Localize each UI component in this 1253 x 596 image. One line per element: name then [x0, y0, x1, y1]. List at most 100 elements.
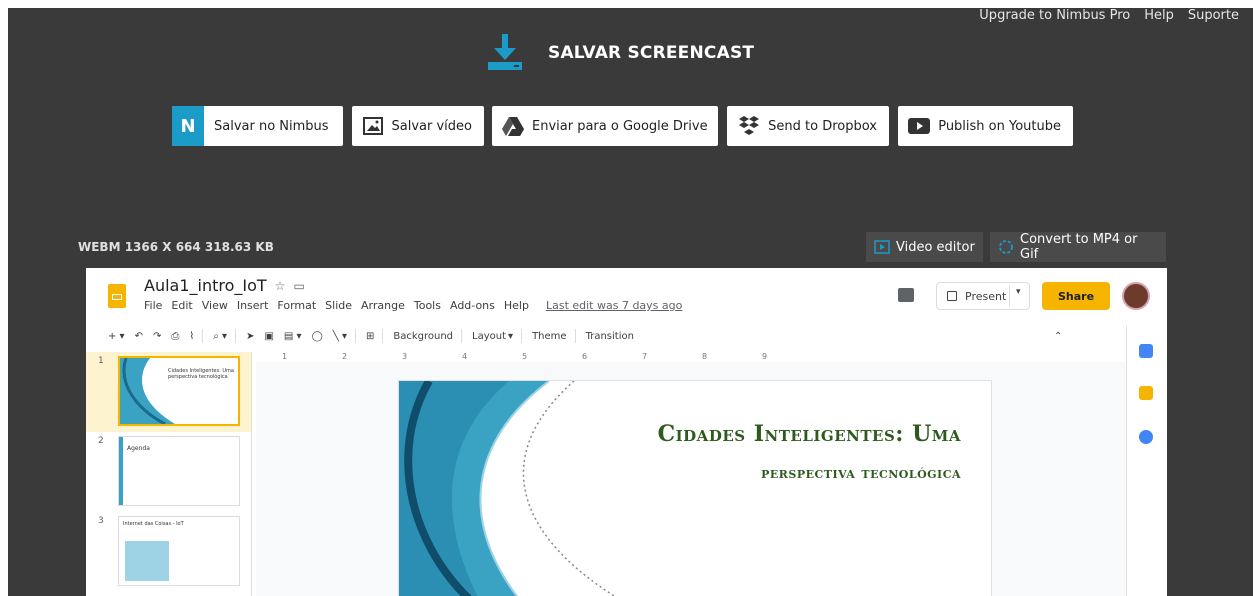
cursor-icon: ➤ [246, 330, 255, 342]
divider [461, 329, 463, 343]
top-links: Upgrade to Nimbus Pro Help Suporte [979, 8, 1239, 23]
menu-item: File [144, 299, 163, 312]
slide-wave-graphic [399, 381, 616, 596]
divider [235, 329, 237, 343]
print-icon: ⎙ [171, 330, 180, 342]
toolbar-background: Background [393, 330, 454, 342]
share-label: Share [1057, 289, 1095, 303]
send-to-dropbox-label: Send to Dropbox [768, 118, 877, 134]
present-button: Present ▾ [936, 282, 1030, 310]
avatar [1122, 282, 1150, 310]
line-icon: ╲ ▾ [332, 330, 347, 342]
thumbnail: Agenda [118, 436, 240, 506]
menu-item: Slide [325, 299, 353, 312]
ruler: 1 2 3 4 5 6 7 8 9 [282, 352, 768, 361]
video-editor-button[interactable]: Video editor [866, 232, 983, 262]
page-title: SALVAR SCREENCAST [548, 43, 755, 63]
image-icon [362, 114, 384, 138]
send-to-dropbox-button[interactable]: Send to Dropbox [727, 106, 889, 146]
page-header: SALVAR SCREENCAST [488, 34, 754, 72]
thumbnail-text: Agenda [127, 445, 150, 452]
publish-on-youtube-button[interactable]: Publish on Youtube [898, 106, 1073, 146]
doc-name: Aula1_intro_IoT [144, 276, 267, 295]
chevron-down-icon: ▾ [508, 330, 514, 342]
convert-label: Convert to MP4 or Gif [1020, 232, 1138, 262]
present-label: Present [965, 289, 1007, 303]
plus-icon: + ▾ [108, 330, 125, 342]
divider [1009, 286, 1010, 306]
video-editor-icon [874, 239, 890, 255]
slide-thumbnails: 1 Cidades Inteligentes: Uma perspectiva … [86, 352, 252, 596]
folder-icon: ▭ [293, 278, 305, 293]
slides-toolbar: + ▾ ↶ ↷ ⎙ ⌇ ⌕ ▾ ➤ ▣ ▤ ▾ ◯ ╲ ▾ ⊞ Backgrou… [86, 324, 1167, 348]
video-preview[interactable]: Aula1_intro_IoT ☆ ▭ File Edit View Inser… [86, 268, 1167, 596]
slides-menubar: File Edit View Insert Format Slide Arran… [144, 299, 682, 312]
thumbnail-number: 2 [98, 436, 104, 446]
slide: Cidades Inteligentes: Uma perspectiva te… [398, 380, 992, 596]
convert-button[interactable]: Convert to MP4 or Gif [990, 232, 1166, 262]
textbox-icon: ▣ [264, 330, 274, 342]
send-to-google-drive-button[interactable]: Enviar para o Google Drive [492, 106, 718, 146]
youtube-icon [908, 114, 931, 138]
toolbar-layout: Layout [472, 330, 507, 342]
toolbar-transition: Transition [585, 330, 634, 342]
redo-icon: ↷ [152, 330, 162, 342]
doc-title-row: Aula1_intro_IoT ☆ ▭ [144, 276, 305, 295]
divider [202, 329, 204, 343]
dropbox-icon [737, 114, 760, 138]
save-to-nimbus-button[interactable]: N Salvar no Nimbus [172, 106, 343, 146]
chevron-up-icon: ⌃ [1053, 330, 1063, 342]
menu-item: Arrange [361, 299, 405, 312]
divider [354, 329, 356, 343]
thumbnail: Internet das Coisas - IoT [118, 516, 240, 586]
slide-canvas: Cidades Inteligentes: Uma perspectiva te… [256, 362, 1126, 596]
video-editor-label: Video editor [896, 239, 975, 255]
convert-icon [998, 239, 1014, 255]
thumbnail-row: 2 Agenda [86, 432, 251, 512]
google-drive-icon [502, 114, 524, 138]
keep-icon [1139, 386, 1153, 400]
menu-item: Edit [171, 299, 193, 312]
divider [574, 329, 576, 343]
chevron-down-icon: ▾ [1016, 287, 1021, 297]
star-icon: ☆ [274, 278, 286, 293]
menu-item: Tools [413, 299, 441, 312]
slide-title-line2: perspectiva tecnológica [761, 463, 961, 482]
comment-add-icon: ⊞ [365, 330, 375, 342]
thumbnail: Cidades Inteligentes: Uma perspectiva te… [118, 356, 240, 426]
image-insert-icon: ▤ ▾ [283, 330, 302, 342]
present-icon [947, 291, 957, 301]
menu-item: Insert [236, 299, 269, 312]
save-video-button[interactable]: Salvar vídeo [352, 106, 484, 146]
upgrade-link[interactable]: Upgrade to Nimbus Pro [979, 8, 1130, 23]
side-panel [1126, 326, 1167, 596]
zoom-icon: ⌕ ▾ [213, 330, 228, 342]
file-info: WEBM 1366 X 664 318.63 KB [78, 240, 274, 254]
shape-icon: ◯ [311, 330, 323, 342]
toolbar-theme: Theme [532, 330, 567, 342]
menu-item: Add-ons [449, 299, 495, 312]
save-video-label: Salvar vídeo [391, 118, 472, 134]
thumbnail-number: 3 [98, 516, 104, 526]
nimbus-save-screencast-page: Upgrade to Nimbus Pro Help Suporte SALVA… [8, 8, 1253, 596]
slide-title-line1: Cidades Inteligentes: Uma [657, 421, 961, 447]
send-to-google-drive-label: Enviar para o Google Drive [532, 118, 708, 134]
divider [521, 329, 523, 343]
share-button: Share [1042, 282, 1110, 310]
menu-item: Help [503, 299, 529, 312]
calendar-icon [1139, 344, 1153, 358]
paint-format-icon: ⌇ [189, 330, 195, 342]
nimbus-icon: N [172, 106, 204, 146]
undo-icon: ↶ [134, 330, 143, 342]
save-to-nimbus-label: Salvar no Nimbus [214, 118, 329, 134]
thumbnail-text: Cidades Inteligentes: Uma perspectiva te… [168, 368, 234, 380]
slides-icon [108, 284, 126, 308]
download-icon [488, 34, 522, 72]
publish-on-youtube-label: Publish on Youtube [938, 118, 1061, 134]
tasks-icon [1139, 430, 1153, 444]
thumbnail-number: 1 [98, 356, 104, 366]
help-link[interactable]: Help [1144, 8, 1174, 23]
menu-item: View [201, 299, 228, 312]
thumbnail-text: Internet das Coisas - IoT [123, 521, 184, 527]
suporte-link[interactable]: Suporte [1188, 8, 1239, 23]
